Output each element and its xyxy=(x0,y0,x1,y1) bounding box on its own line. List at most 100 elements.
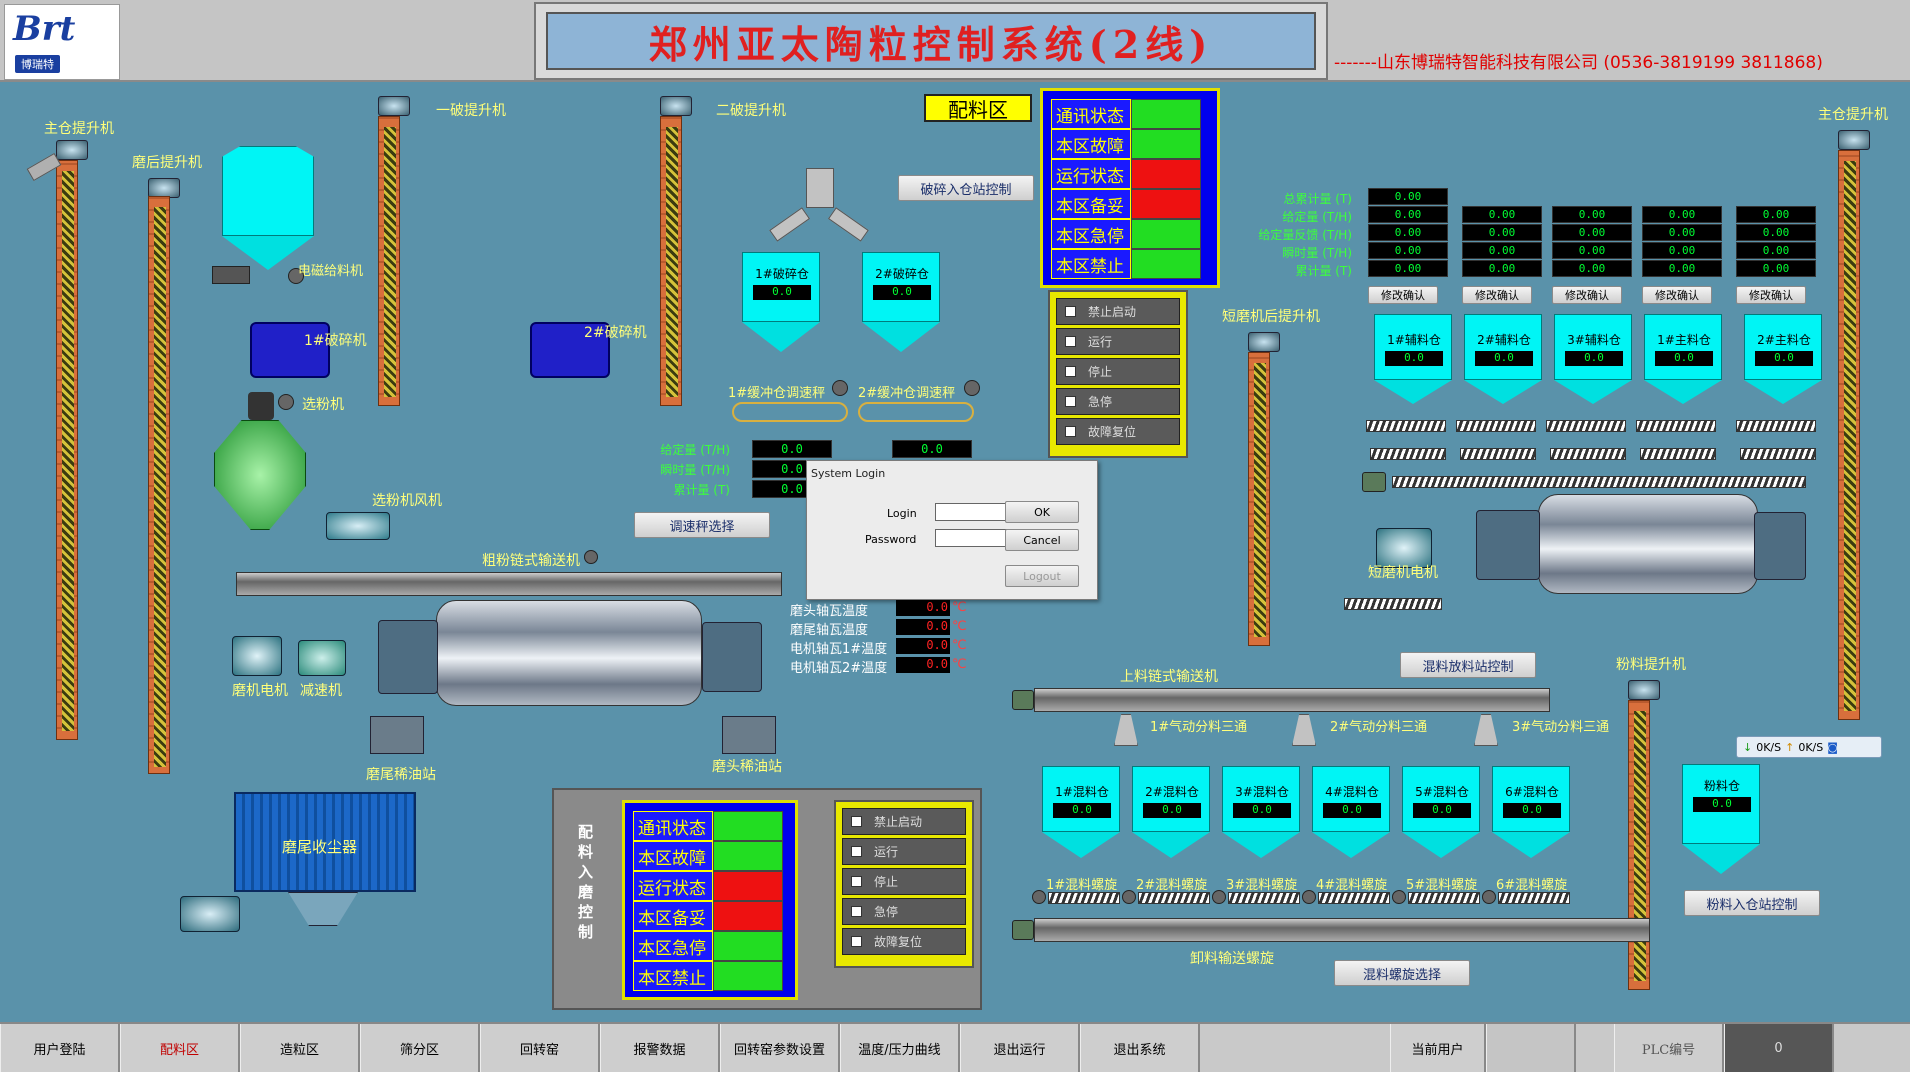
batch-silo-screw-lower[interactable] xyxy=(1640,448,1716,460)
checkbox-icon[interactable] xyxy=(1065,426,1076,437)
ok-button[interactable]: OK xyxy=(1005,501,1079,523)
checkbox-icon[interactable] xyxy=(851,816,862,827)
mix-silo[interactable]: 2#混料仓 0.0 xyxy=(1132,766,1210,832)
batch-silo-screw[interactable] xyxy=(1736,420,1816,432)
short-mill-elevator[interactable] xyxy=(1248,352,1270,646)
control-checkbox[interactable]: 停止 xyxy=(842,868,966,895)
mix-screw[interactable] xyxy=(1498,892,1570,904)
checkbox-icon[interactable] xyxy=(851,936,862,947)
control-checkbox[interactable]: 故障复位 xyxy=(842,928,966,955)
control-checkbox[interactable]: 急停 xyxy=(842,898,966,925)
crush-silo-1[interactable]: 1#破碎仓 0.0 xyxy=(742,252,820,322)
magnetic-feeder-icon[interactable] xyxy=(212,266,250,284)
checkbox-icon[interactable] xyxy=(851,876,862,887)
main-elevator-right-motor-icon[interactable] xyxy=(1838,130,1870,150)
confirm-button[interactable]: 修改确认 xyxy=(1642,286,1712,304)
mix-screw[interactable] xyxy=(1138,892,1210,904)
control-checkbox[interactable]: 禁止启动 xyxy=(1056,298,1180,325)
nav-button[interactable]: 回转窑 xyxy=(480,1024,600,1072)
batch-collect-screw[interactable] xyxy=(1392,476,1806,488)
nav-button[interactable]: 退出系统 xyxy=(1080,1024,1200,1072)
upper-conveyor-motor-icon[interactable] xyxy=(1012,690,1034,710)
checkbox-icon[interactable] xyxy=(1065,306,1076,317)
control-checkbox[interactable]: 故障复位 xyxy=(1056,418,1180,445)
confirm-button[interactable]: 修改确认 xyxy=(1552,286,1622,304)
cancel-button[interactable]: Cancel xyxy=(1005,529,1079,551)
batch-silo-screw[interactable] xyxy=(1636,420,1716,432)
head-oil-station-icon[interactable] xyxy=(722,716,776,754)
tee1-icon[interactable] xyxy=(1114,714,1138,746)
batch-silo-screw-lower[interactable] xyxy=(1740,448,1816,460)
separator-fan-icon[interactable] xyxy=(326,512,390,540)
nav-button[interactable]: 筛分区 xyxy=(360,1024,480,1072)
short-mill[interactable] xyxy=(1538,494,1758,594)
upper-conveyor[interactable] xyxy=(1034,688,1550,712)
batch-silo-screw[interactable] xyxy=(1456,420,1536,432)
mix-silo[interactable]: 3#混料仓 0.0 xyxy=(1222,766,1300,832)
confirm-button[interactable]: 修改确认 xyxy=(1462,286,1532,304)
batch-silo[interactable]: 2#主料仓 0.0 xyxy=(1744,314,1822,380)
crush-in-control-button[interactable]: 破碎入仓站控制 xyxy=(898,175,1034,201)
mix-discharge-control-button[interactable]: 混料放料站控制 xyxy=(1400,652,1536,678)
mix-screw[interactable] xyxy=(1408,892,1480,904)
checkbox-icon[interactable] xyxy=(1065,336,1076,347)
mix-screw[interactable] xyxy=(1228,892,1300,904)
main-elevator-right[interactable] xyxy=(1838,150,1860,720)
batch-silo-screw[interactable] xyxy=(1546,420,1626,432)
reducer-icon[interactable] xyxy=(298,640,346,676)
batch-silo-screw[interactable] xyxy=(1366,420,1446,432)
coarse-conveyor[interactable] xyxy=(236,572,782,596)
confirm-button[interactable]: 修改确认 xyxy=(1736,286,1806,304)
control-checkbox[interactable]: 运行 xyxy=(1056,328,1180,355)
mix-silo[interactable]: 5#混料仓 0.0 xyxy=(1402,766,1480,832)
nav-button[interactable]: 报警数据 xyxy=(600,1024,720,1072)
separator-icon[interactable] xyxy=(214,420,306,530)
checkbox-icon[interactable] xyxy=(1065,396,1076,407)
control-checkbox[interactable]: 运行 xyxy=(842,838,966,865)
main-elevator-left-motor-icon[interactable] xyxy=(56,140,88,160)
checkbox-icon[interactable] xyxy=(851,846,862,857)
main-elevator-left[interactable] xyxy=(56,160,78,740)
checkbox-icon[interactable] xyxy=(851,906,862,917)
scale-select-button[interactable]: 调速秤选择 xyxy=(634,512,770,538)
control-checkbox[interactable]: 禁止启动 xyxy=(842,808,966,835)
buffer1-scale-icon[interactable] xyxy=(732,402,848,422)
mix-screw[interactable] xyxy=(1048,892,1120,904)
crusher1-elevator-motor-icon[interactable] xyxy=(378,96,410,116)
powder-silo[interactable]: 粉料仓 0.0 xyxy=(1682,764,1760,844)
mix-screw[interactable] xyxy=(1318,892,1390,904)
dust-fan-icon[interactable] xyxy=(180,896,240,932)
control-checkbox[interactable]: 急停 xyxy=(1056,388,1180,415)
nav-button[interactable]: 配料区 xyxy=(120,1024,240,1072)
crusher1-elevator[interactable] xyxy=(378,116,400,406)
grind-elevator[interactable] xyxy=(148,196,170,774)
grind-elevator-motor-icon[interactable] xyxy=(148,178,180,198)
logout-button[interactable]: Logout xyxy=(1005,565,1079,587)
nav-button[interactable]: 回转窑参数设置 xyxy=(720,1024,840,1072)
batch-silo[interactable]: 3#辅料仓 0.0 xyxy=(1554,314,1632,380)
batch-screw-motor-icon[interactable] xyxy=(1362,472,1386,492)
batch-silo[interactable]: 1#主料仓 0.0 xyxy=(1644,314,1722,380)
network-widget[interactable]: ↓ 0K/S ↑ 0K/S ◙ xyxy=(1736,736,1882,758)
control-checkbox[interactable]: 停止 xyxy=(1056,358,1180,385)
batch-silo-screw-lower[interactable] xyxy=(1460,448,1536,460)
mix-silo[interactable]: 4#混料仓 0.0 xyxy=(1312,766,1390,832)
unload-screw-conveyor[interactable] xyxy=(1034,918,1650,942)
mix-silo[interactable]: 6#混料仓 0.0 xyxy=(1492,766,1570,832)
checkbox-icon[interactable] xyxy=(1065,366,1076,377)
ball-mill[interactable] xyxy=(436,600,702,706)
mix-silo[interactable]: 1#混料仓 0.0 xyxy=(1042,766,1120,832)
tee2-icon[interactable] xyxy=(1292,714,1316,746)
batch-silo[interactable]: 1#辅料仓 0.0 xyxy=(1374,314,1452,380)
nav-button[interactable]: 用户登陆 xyxy=(0,1024,120,1072)
mix-screw-select-button[interactable]: 混料螺旋选择 xyxy=(1334,960,1470,986)
separator-motor-icon[interactable] xyxy=(248,392,274,420)
tail-oil-station-icon[interactable] xyxy=(370,716,424,754)
tee3-icon[interactable] xyxy=(1474,714,1498,746)
buffer2-scale-icon[interactable] xyxy=(858,402,974,422)
mill-motor-icon[interactable] xyxy=(232,636,282,676)
powder-elevator-motor-icon[interactable] xyxy=(1628,680,1660,700)
crusher2-elevator-motor-icon[interactable] xyxy=(660,96,692,116)
short-mill-screw[interactable] xyxy=(1344,598,1442,610)
nav-button[interactable]: 退出运行 xyxy=(960,1024,1080,1072)
